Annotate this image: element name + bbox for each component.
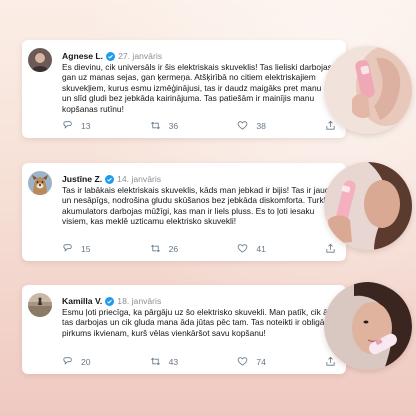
like-icon [237,121,248,130]
avatar[interactable] [28,48,52,72]
tweet-card[interactable]: Kamilla V. 18. janvāris Esmu ļoti priecī… [22,285,346,374]
tweet-text: Es dievinu, cik universāls ir šis elektr… [62,62,338,114]
reply-count: 20 [81,356,91,367]
tweet-date: 27. janvāris [118,51,163,61]
reply-count: 15 [81,243,91,254]
author-name[interactable]: Kamilla V. [62,296,102,306]
avatar[interactable] [28,171,52,195]
verified-icon [105,174,115,184]
retweet-icon [150,357,160,366]
share-icon [326,243,335,253]
retweet-button[interactable]: 36 [150,120,200,131]
reply-icon [63,121,72,129]
reply-icon [63,244,72,252]
retweet-count: 43 [168,356,179,367]
product-photo [324,46,412,134]
like-count: 41 [256,243,266,254]
like-button[interactable]: 41 [237,243,287,254]
share-icon [326,356,335,366]
retweet-icon [150,121,160,130]
tweet-header: Kamilla V. 18. janvāris [62,296,161,306]
like-icon [237,244,248,253]
author-name[interactable]: Justīne Z. [62,174,102,184]
tweet-date: 18. janvāris [117,296,162,306]
share-button[interactable] [325,243,336,254]
retweet-count: 36 [168,120,179,131]
share-button[interactable] [325,356,336,367]
share-icon [326,120,335,130]
tweet-header: Justīne Z. 14. janvāris [62,174,161,184]
verified-icon [105,296,115,306]
retweet-icon [150,244,160,253]
reply-button[interactable]: 20 [62,356,112,367]
like-button[interactable]: 74 [237,356,287,367]
tweet-date: 14. janvāris [117,174,162,184]
like-icon [237,357,248,366]
tweet-card[interactable]: Agnese L. 27. janvāris Es dievinu, cik u… [22,40,346,138]
verified-icon [106,51,116,61]
tweet-text: Tas ir labākais elektriskais skuveklis, … [62,185,341,227]
author-name[interactable]: Agnese L. [62,51,103,61]
retweet-count: 26 [168,243,179,254]
product-photo [324,282,412,370]
reply-button[interactable]: 13 [62,120,112,131]
like-count: 74 [256,356,266,367]
reply-button[interactable]: 15 [62,243,112,254]
share-button[interactable] [325,120,336,131]
tweet-actions: 20 43 74 [62,356,336,367]
tweet-card[interactable]: Justīne Z. 14. janvāris Tas ir labākais … [22,163,346,261]
like-button[interactable]: 38 [237,120,287,131]
reply-count: 13 [81,120,91,131]
retweet-button[interactable]: 26 [150,243,200,254]
reply-icon [63,357,72,365]
like-count: 38 [256,120,266,131]
retweet-button[interactable]: 43 [150,356,200,367]
tweet-text: Esmu ļoti priecīga, ka pārgāju uz šo ele… [62,307,335,338]
product-photo [324,162,412,250]
tweet-header: Agnese L. 27. janvāris [62,51,162,61]
tweet-actions: 13 36 38 [62,120,336,131]
tweet-actions: 15 26 41 [62,243,336,254]
avatar[interactable] [28,293,52,317]
